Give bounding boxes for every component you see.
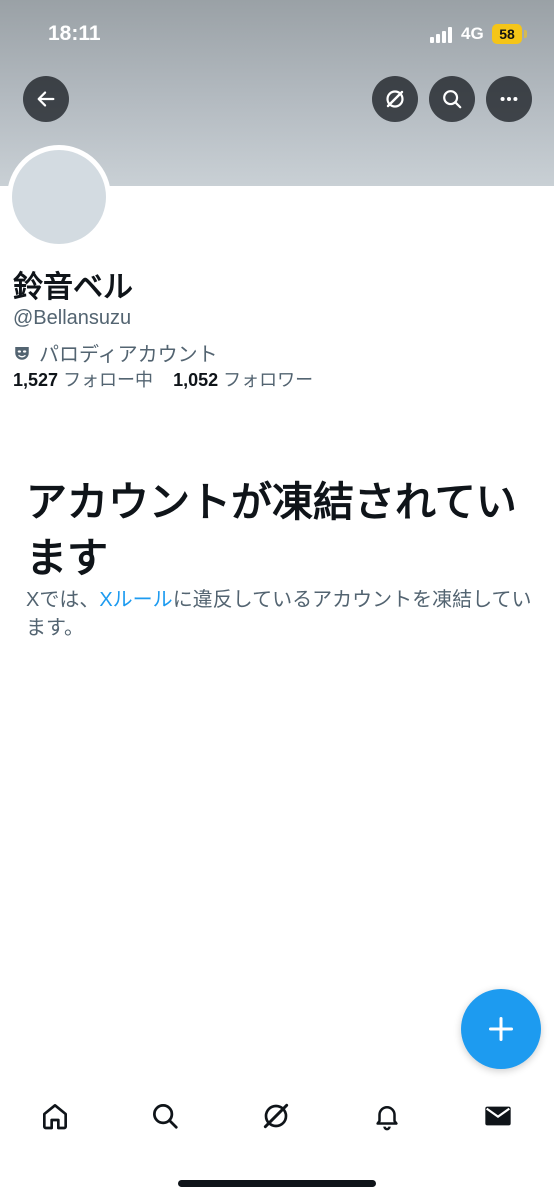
mail-icon (485, 1106, 511, 1126)
follow-stats: 1,527 フォロー中 1,052 フォロワー (13, 366, 313, 392)
mask-icon (15, 346, 29, 360)
compose-button[interactable] (461, 989, 541, 1069)
followers-link[interactable]: 1,052 フォロワー (173, 370, 313, 390)
home-icon (43, 1104, 67, 1130)
suspended-headline: アカウントが凍結されています (26, 479, 517, 581)
search-icon (153, 1104, 178, 1129)
more-button[interactable] (486, 76, 532, 122)
battery-tip (524, 30, 527, 38)
parody-text: パロディアカウント (39, 344, 218, 366)
followers-label: フォロワー (223, 370, 314, 390)
signal-icon (430, 27, 454, 43)
more-icon (500, 96, 518, 102)
following-count: 1,527 (13, 370, 59, 390)
search-button[interactable] (429, 76, 475, 122)
nav-grok[interactable] (246, 1086, 306, 1146)
network-label: 4G (461, 24, 484, 43)
following-label: フォロー中 (63, 370, 154, 390)
search-icon (443, 90, 462, 109)
following-link[interactable]: 1,527 フォロー中 (13, 370, 153, 390)
handle: @Bellansuzu (13, 307, 132, 329)
suspended-description: Xでは、Xルールに違反しているアカウントを凍結しています。 (26, 586, 536, 642)
avatar-placeholder (12, 150, 106, 244)
status-time: 18:11 (48, 22, 101, 45)
grok-button[interactable] (372, 76, 418, 122)
nav-messages[interactable] (468, 1086, 528, 1146)
bottom-nav (0, 1086, 554, 1146)
desc-text-before: Xでは、 (26, 589, 100, 611)
display-name: 鈴音ベル (13, 271, 133, 304)
battery-level: 58 (492, 24, 522, 44)
back-button[interactable] (23, 76, 69, 122)
arrow-left-icon (37, 91, 55, 107)
nav-search[interactable] (135, 1086, 195, 1146)
grok-icon (263, 1103, 289, 1129)
nav-notifications[interactable] (357, 1086, 417, 1146)
plus-icon (488, 1016, 514, 1042)
x-rules-link[interactable]: Xルール (99, 589, 172, 611)
parody-label: パロディアカウント (13, 338, 218, 367)
grok-icon (386, 90, 404, 108)
followers-count: 1,052 (173, 370, 219, 390)
bell-icon (376, 1106, 398, 1131)
avatar[interactable] (7, 145, 111, 249)
home-indicator (178, 1180, 376, 1187)
nav-home[interactable] (25, 1086, 85, 1146)
